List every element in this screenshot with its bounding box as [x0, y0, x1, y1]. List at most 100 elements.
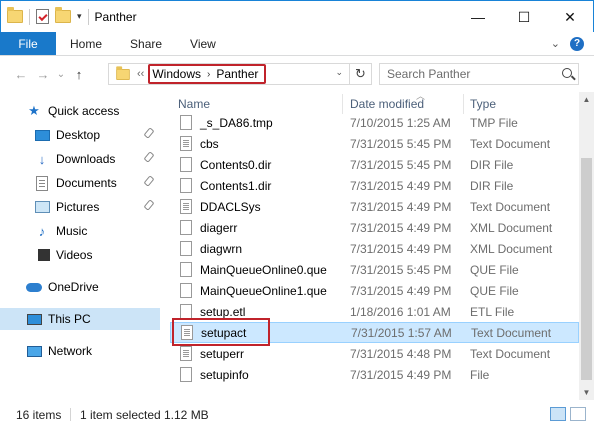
sidebar-item-pictures[interactable]: Pictures: [0, 196, 160, 218]
sidebar-item-label: Quick access: [48, 104, 120, 118]
up-button[interactable]: ↑: [68, 63, 90, 85]
scroll-up-arrow[interactable]: ▲: [579, 92, 594, 107]
expand-ribbon-icon[interactable]: ⌄: [551, 37, 560, 50]
file-row[interactable]: diagwrn 7/31/2015 4:49 PM XML Document: [170, 238, 579, 259]
file-row[interactable]: MainQueueOnline1.que 7/31/2015 4:49 PM Q…: [170, 280, 579, 301]
file-row[interactable]: diagerr 7/31/2015 4:49 PM XML Document: [170, 217, 579, 238]
sidebar-item-label: OneDrive: [48, 280, 99, 294]
file-type: XML Document: [470, 220, 553, 235]
new-folder-icon[interactable]: [55, 7, 71, 23]
back-button[interactable]: ←: [10, 63, 32, 85]
address-bar[interactable]: ‹‹ Windows › Panther ⌄ ↻: [108, 63, 372, 85]
minimize-button[interactable]: —: [455, 1, 501, 33]
sidebar-item-desktop[interactable]: Desktop: [0, 124, 160, 146]
sidebar-item-quick-access[interactable]: ★ Quick access: [0, 100, 160, 122]
file-name: setup.etl: [200, 304, 246, 319]
selection-count: 1 item selected: [80, 407, 161, 422]
quick-access-toolbar: ▾: [1, 1, 89, 32]
status-divider: [70, 408, 71, 421]
file-row[interactable]: Contents0.dir 7/31/2015 5:45 PM DIR File: [170, 154, 579, 175]
sidebar-item-onedrive[interactable]: OneDrive: [0, 276, 160, 298]
pin-icon[interactable]: [143, 199, 155, 211]
breadcrumb-windows[interactable]: Windows: [152, 67, 201, 81]
sidebar-item-documents[interactable]: Documents: [0, 172, 160, 194]
music-icon: ♪: [38, 223, 46, 239]
close-button[interactable]: ✕: [547, 1, 593, 33]
file-icon: [180, 304, 192, 319]
refresh-button[interactable]: ↻: [349, 64, 371, 84]
chevron-right-icon[interactable]: ›: [207, 69, 210, 80]
videos-icon: [34, 249, 50, 261]
file-name: setupinfo: [200, 367, 249, 382]
navigation-pane: ★ Quick access Desktop ↓ Downloads Docum…: [0, 92, 162, 400]
sidebar-item-videos[interactable]: Videos: [0, 244, 160, 266]
help-icon[interactable]: ?: [570, 36, 584, 51]
file-row[interactable]: MainQueueOnline0.que 7/31/2015 5:45 PM Q…: [170, 259, 579, 280]
file-row[interactable]: DDACLSys 7/31/2015 4:49 PM Text Document: [170, 196, 579, 217]
tab-home[interactable]: Home: [56, 32, 116, 55]
chevron-down-icon[interactable]: ⌄: [335, 67, 343, 78]
sidebar-item-label: Pictures: [56, 200, 100, 214]
file-type: QUE File: [470, 283, 519, 298]
file-row[interactable]: _s_DA86.tmp 7/10/2015 1:25 AM TMP File: [170, 112, 579, 133]
file-date-modified: 7/31/2015 4:49 PM: [350, 241, 452, 256]
network-icon: [26, 345, 42, 357]
tab-share[interactable]: Share: [116, 32, 176, 55]
forward-button[interactable]: →: [32, 63, 54, 85]
file-type: Text Document: [471, 325, 552, 340]
pin-icon[interactable]: [143, 127, 155, 139]
download-icon: ↓: [38, 151, 46, 167]
file-name: _s_DA86.tmp: [200, 115, 273, 130]
pin-icon[interactable]: [143, 175, 155, 187]
tab-view[interactable]: View: [176, 32, 230, 55]
folder-icon: [116, 65, 130, 80]
file-type: DIR File: [470, 178, 514, 193]
recent-locations-button[interactable]: ⌄: [54, 63, 68, 85]
file-icon: [180, 367, 192, 382]
pin-icon[interactable]: [143, 151, 155, 163]
tab-file[interactable]: File: [0, 32, 56, 55]
xml-document-icon: [180, 241, 192, 256]
sidebar-item-downloads[interactable]: ↓ Downloads: [0, 148, 160, 170]
file-row[interactable]: cbs 7/31/2015 5:45 PM Text Document: [170, 133, 579, 154]
file-row[interactable]: Contents1.dir 7/31/2015 4:49 PM DIR File: [170, 175, 579, 196]
file-type: ETL File: [470, 304, 515, 319]
customize-toolbar-dropdown[interactable]: ▾: [77, 11, 82, 22]
documents-icon: [36, 175, 48, 191]
search-input[interactable]: Search Panther: [379, 63, 579, 85]
file-date-modified: 7/31/2015 4:49 PM: [350, 283, 452, 298]
file-date-modified: 7/31/2015 4:49 PM: [350, 199, 452, 214]
sidebar-item-network[interactable]: Network: [0, 340, 160, 362]
sidebar-item-label: Documents: [56, 176, 117, 190]
file-name: Contents0.dir: [200, 157, 272, 172]
file-name: MainQueueOnline0.que: [200, 262, 327, 277]
scroll-down-arrow[interactable]: ▼: [579, 385, 594, 400]
details-view-icon[interactable]: [550, 407, 566, 421]
breadcrumb-panther[interactable]: Panther: [216, 67, 258, 81]
file-date-modified: 7/31/2015 4:49 PM: [350, 220, 452, 235]
properties-icon[interactable]: [36, 9, 49, 24]
vertical-scrollbar[interactable]: ▲ ▼: [579, 92, 594, 400]
maximize-button[interactable]: ☐: [501, 1, 547, 33]
file-row[interactable]: setuperr 7/31/2015 4:48 PM Text Document: [170, 343, 579, 364]
sidebar-item-label: Videos: [56, 248, 93, 262]
column-divider[interactable]: [463, 94, 464, 114]
folder-icon[interactable]: [7, 7, 23, 23]
sidebar-item-this-pc[interactable]: This PC: [0, 308, 160, 330]
sidebar-item-music[interactable]: ♪ Music: [0, 220, 160, 242]
large-icons-view-icon[interactable]: [570, 407, 586, 421]
file-date-modified: 7/31/2015 4:49 PM: [350, 367, 452, 382]
scrollbar-thumb[interactable]: [581, 158, 592, 380]
breadcrumb-overflow[interactable]: ‹‹: [137, 68, 144, 80]
file-date-modified: 7/31/2015 5:45 PM: [350, 136, 452, 151]
file-row[interactable]: setupinfo 7/31/2015 4:49 PM File: [170, 364, 579, 385]
file-type: Text Document: [470, 346, 551, 361]
sidebar-item-label: This PC: [48, 312, 91, 326]
file-date-modified: 7/31/2015 1:57 AM: [351, 325, 452, 340]
desktop-icon: [34, 129, 50, 141]
file-date-modified: 7/31/2015 4:49 PM: [350, 178, 452, 193]
column-divider[interactable]: [342, 94, 343, 114]
file-date-modified: 1/18/2016 1:01 AM: [350, 304, 451, 319]
file-type: Text Document: [470, 199, 551, 214]
file-type: DIR File: [470, 157, 514, 172]
